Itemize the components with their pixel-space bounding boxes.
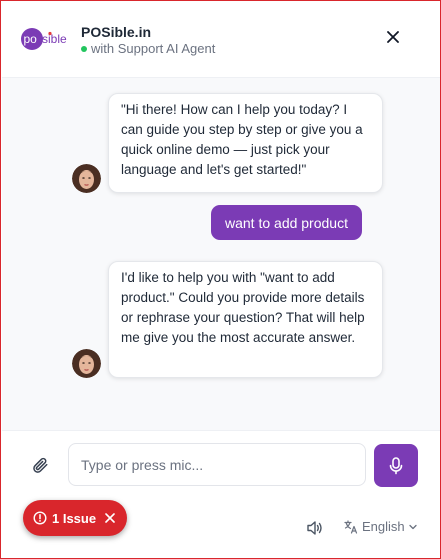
agent-message: I'd like to help you with "want to add p…	[108, 261, 383, 378]
chat-messages: "Hi there! How can I help you today? I c…	[2, 78, 440, 430]
user-message: want to add product	[211, 205, 362, 240]
issue-label: 1 Issue	[52, 510, 97, 526]
chat-header: po sible POSible.in with Support AI Agen…	[2, 2, 440, 78]
agent-status-text: with Support AI Agent	[91, 41, 216, 56]
agent-avatar	[72, 164, 101, 193]
agent-status: with Support AI Agent	[81, 41, 215, 56]
svg-text:sible: sible	[42, 32, 67, 46]
attach-button[interactable]	[29, 454, 51, 476]
mic-button[interactable]	[374, 444, 418, 487]
alert-circle-icon	[33, 511, 47, 525]
message-composer	[2, 430, 440, 501]
chat-widget: po sible POSible.in with Support AI Agen…	[0, 0, 441, 559]
language-selector[interactable]: English	[344, 519, 418, 534]
chat-footer: 1 Issue English	[2, 500, 440, 558]
agent-avatar	[72, 349, 101, 378]
paperclip-icon	[33, 457, 48, 473]
agent-message: "Hi there! How can I help you today? I c…	[108, 93, 383, 193]
issue-badge[interactable]: 1 Issue	[23, 500, 127, 536]
close-icon	[105, 513, 115, 523]
chat-title: POSible.in	[81, 24, 152, 40]
close-icon	[387, 31, 399, 43]
language-label: English	[362, 519, 405, 534]
svg-text:po: po	[24, 32, 38, 46]
mic-icon	[389, 456, 403, 474]
translate-icon	[344, 519, 358, 534]
speaker-button[interactable]	[305, 518, 325, 538]
message-input[interactable]	[68, 443, 366, 486]
close-button[interactable]	[382, 26, 404, 48]
online-status-dot	[81, 45, 87, 52]
posible-logo: po sible	[20, 24, 70, 54]
chevron-down-icon	[408, 522, 418, 532]
speaker-icon	[307, 521, 322, 535]
dismiss-issue-button[interactable]	[105, 513, 115, 523]
